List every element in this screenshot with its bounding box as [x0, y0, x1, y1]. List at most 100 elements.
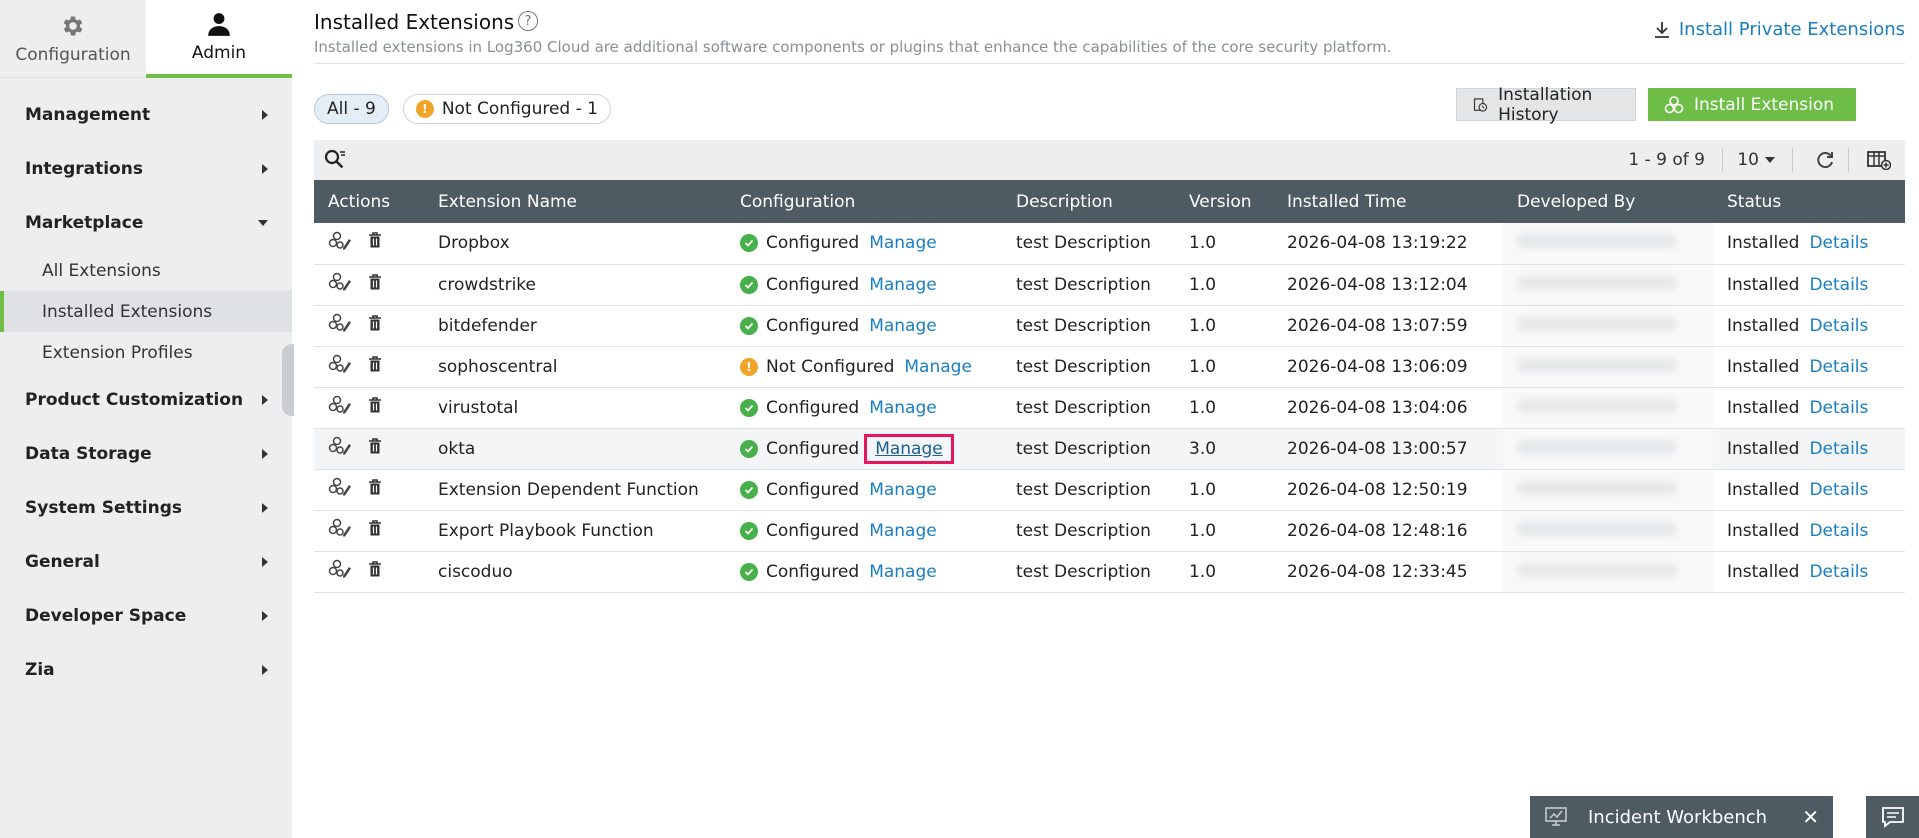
install-private-extensions-label: Install Private Extensions	[1678, 19, 1905, 40]
sidebar-subitem-installed-extensions[interactable]: Installed Extensions	[0, 291, 292, 332]
sidebar-subitem-extension-profiles[interactable]: Extension Profiles	[0, 332, 292, 373]
configuration-cell: Configured Manage	[726, 428, 1002, 469]
manage-link[interactable]: Manage	[869, 275, 937, 295]
sidebar-item-management[interactable]: Management	[0, 88, 292, 142]
details-link[interactable]: Details	[1809, 275, 1868, 295]
close-icon[interactable]: ✕	[1802, 805, 1819, 829]
extensions-table: Actions Extension Name Configuration Des…	[314, 180, 1905, 593]
column-header-developed-by[interactable]: Developed By	[1503, 180, 1713, 223]
install-private-extensions-link[interactable]: Install Private Extensions	[1653, 19, 1905, 40]
main-content: Installed Extensions ? Installed extensi…	[314, 0, 1905, 592]
sidebar-item-developer-space[interactable]: Developer Space	[0, 589, 292, 643]
configure-extension-icon[interactable]	[328, 395, 352, 420]
sidebar-subitem-all-extensions[interactable]: All Extensions	[0, 250, 292, 291]
details-link[interactable]: Details	[1809, 480, 1868, 500]
sidebar-item-system-settings[interactable]: System Settings	[0, 481, 292, 535]
installation-history-button[interactable]: Installation History	[1456, 85, 1636, 125]
sidebar-subitem-label: Installed Extensions	[42, 301, 213, 322]
chevron-right-icon	[262, 611, 268, 621]
sidebar-collapse-handle[interactable]	[282, 344, 294, 416]
column-chooser-icon[interactable]	[1867, 150, 1892, 175]
configure-extension-icon[interactable]	[328, 518, 352, 543]
manage-link[interactable]: Manage	[869, 316, 937, 336]
manage-link[interactable]: Manage	[869, 480, 937, 500]
configure-extension-icon[interactable]	[328, 272, 352, 297]
details-link[interactable]: Details	[1809, 521, 1868, 541]
configuration-cell: Configured Manage	[726, 469, 1002, 510]
details-link[interactable]: Details	[1809, 316, 1868, 336]
delete-icon[interactable]	[368, 314, 382, 337]
refresh-icon[interactable]	[1815, 150, 1835, 175]
filter-all-chip[interactable]: All - 9	[314, 94, 389, 124]
check-circle-icon	[740, 439, 758, 458]
sidebar-item-zia[interactable]: Zia	[0, 643, 292, 697]
sidebar-item-integrations[interactable]: Integrations	[0, 142, 292, 196]
sidebar-item-data-storage[interactable]: Data Storage	[0, 427, 292, 481]
delete-icon[interactable]	[368, 273, 382, 296]
developed-by-cell	[1503, 510, 1713, 551]
manage-link[interactable]: Manage	[869, 521, 937, 541]
sidebar-item-product-customization[interactable]: Product Customization	[0, 373, 292, 427]
manage-link[interactable]: Manage	[904, 357, 972, 377]
check-circle-icon	[740, 521, 758, 540]
version-cell: 1.0	[1189, 356, 1217, 377]
table-search-icon[interactable]	[324, 149, 346, 176]
tab-configuration[interactable]: Configuration	[0, 0, 146, 78]
configure-extension-icon[interactable]	[328, 436, 352, 461]
delete-icon[interactable]	[368, 519, 382, 542]
actions-cell	[314, 264, 424, 305]
details-link[interactable]: Details	[1809, 357, 1868, 377]
configuration-cell: Configured Manage	[726, 510, 1002, 551]
delete-icon[interactable]	[368, 478, 382, 501]
column-header-version[interactable]: Version	[1175, 180, 1273, 223]
configure-extension-icon[interactable]	[328, 354, 352, 379]
table-row: crowdstrike Configured Manage test Descript…	[314, 264, 1905, 305]
per-page-select[interactable]: 10	[1737, 150, 1775, 170]
delete-icon[interactable]	[368, 355, 382, 378]
developed-by-cell	[1503, 469, 1713, 510]
configure-extension-icon[interactable]	[328, 313, 352, 338]
configure-extension-icon[interactable]	[328, 231, 352, 256]
delete-icon[interactable]	[368, 437, 382, 460]
sidebar-item-general[interactable]: General	[0, 535, 292, 589]
column-header-description[interactable]: Description	[1002, 180, 1175, 223]
details-link[interactable]: Details	[1809, 398, 1868, 418]
help-icon[interactable]: ?	[518, 11, 538, 31]
filter-not-configured-chip[interactable]: ! Not Configured - 1	[402, 94, 611, 124]
check-circle-icon	[740, 480, 758, 499]
chat-button[interactable]	[1866, 796, 1919, 838]
sidebar-item-marketplace[interactable]: Marketplace	[0, 196, 292, 250]
redacted-value	[1517, 398, 1677, 413]
redacted-value	[1517, 439, 1677, 454]
details-link[interactable]: Details	[1809, 233, 1868, 253]
delete-icon[interactable]	[368, 396, 382, 419]
configure-extension-icon[interactable]	[328, 559, 352, 584]
configure-extension-icon[interactable]	[328, 477, 352, 502]
filter-not-configured-label: Not Configured - 1	[441, 99, 598, 119]
status-cell: Installed Details	[1713, 346, 1905, 387]
manage-link[interactable]: Manage	[869, 562, 937, 582]
chevron-right-icon	[262, 164, 268, 174]
extension-name-cell: ciscoduo	[438, 561, 513, 582]
details-link[interactable]: Details	[1809, 439, 1868, 459]
manage-link[interactable]: Manage	[869, 233, 937, 253]
delete-icon[interactable]	[368, 232, 382, 254]
manage-link[interactable]: Manage	[869, 398, 937, 418]
status-cell: Installed Details	[1713, 469, 1905, 510]
configuration-status: Configured	[766, 233, 860, 254]
tab-admin[interactable]: Admin	[146, 0, 292, 78]
column-header-configuration[interactable]: Configuration	[726, 180, 1002, 223]
column-header-installed-time[interactable]: Installed Time	[1273, 180, 1503, 223]
developed-by-cell	[1503, 346, 1713, 387]
manage-link[interactable]: Manage	[864, 433, 954, 464]
column-header-extension-name[interactable]: Extension Name	[424, 180, 726, 223]
install-extension-button[interactable]: Install Extension	[1648, 88, 1856, 121]
incident-workbench-bar[interactable]: Incident Workbench ✕	[1530, 796, 1833, 838]
column-header-status[interactable]: Status	[1713, 180, 1905, 223]
version-cell: 1.0	[1189, 274, 1217, 295]
actions-cell	[314, 428, 424, 469]
delete-icon[interactable]	[368, 560, 382, 583]
configuration-cell: ! Not Configured Manage	[726, 346, 1002, 387]
details-link[interactable]: Details	[1809, 562, 1868, 582]
version-cell: 1.0	[1189, 561, 1217, 582]
